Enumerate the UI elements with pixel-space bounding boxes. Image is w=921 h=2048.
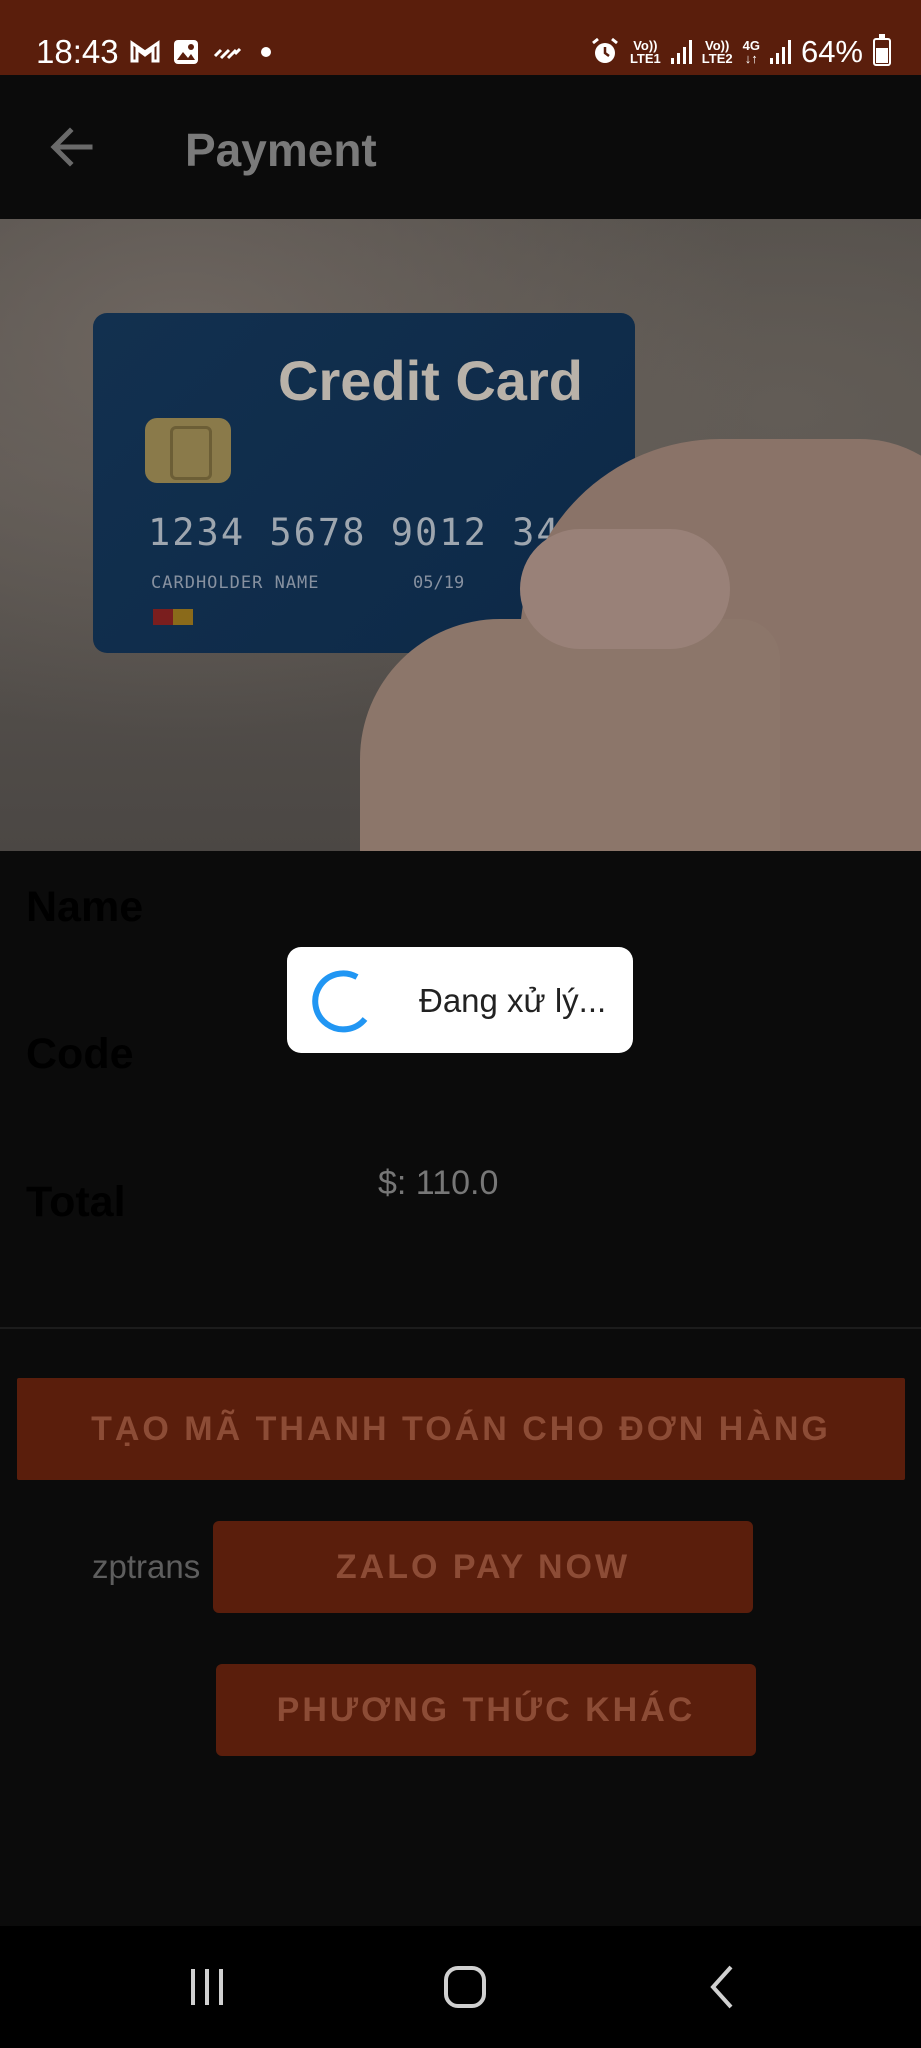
card-brand-icon [153,609,193,625]
system-nav-bar [0,1926,921,2048]
chevron-left-icon [710,1965,733,2009]
battery-percent: 64% [800,34,863,69]
card-chip-icon [145,418,231,483]
loading-spinner-icon [312,970,368,1033]
loading-message: Đang xử lý... [419,982,607,1019]
page-title: Payment [185,124,377,176]
signal-2-icon [769,40,791,64]
status-time: 18:43 [36,33,119,70]
total-label: Total [26,1178,126,1226]
app-bar: Payment [0,75,921,219]
system-icons: Vo)) LTE1 Vo)) LTE2 4G ↓↑ 64% [590,32,891,72]
lte1-indicator: Vo)) LTE1 [629,38,661,66]
total-value: $: 110.0 [378,1164,499,1202]
battery-icon [873,34,891,66]
status-bar: 18:43 Vo)) LTE1 Vo)) LTE2 4G ↓↑ 64% [0,0,921,75]
divider [0,1327,921,1329]
card-holder: CARDHOLDER NAME [151,573,320,593]
card-title: Credit Card [278,349,583,412]
home-icon [444,1966,486,2008]
notification-icons [130,34,276,70]
back-button[interactable] [40,115,104,179]
name-label: Name [26,883,144,931]
gallery-icon [174,40,198,64]
loading-dialog: Đang xử lý... [287,947,633,1053]
missed-call-icon [213,47,242,60]
card-expiry: 05/19 [413,573,465,593]
arrow-left-icon [50,127,93,167]
thumb-illustration [520,529,730,649]
home-button[interactable] [385,1926,545,2048]
network-type-indicator: 4G ↓↑ [742,38,760,66]
gmail-icon [130,40,160,63]
alarm-icon [592,37,618,63]
other-method-button[interactable]: PHƯƠNG THỨC KHÁC [216,1664,756,1756]
credit-card-hero-image: Credit Card 1234 5678 9012 345 CARDHOLDE… [0,219,921,851]
zp-trans-label: zptrans [92,1548,201,1585]
recent-apps-button[interactable] [127,1926,287,2048]
recent-apps-icon [191,1969,223,2005]
code-label: Code [26,1030,134,1078]
lte2-indicator: Vo)) LTE2 [701,38,733,66]
create-payment-code-button[interactable]: TẠO MÃ THANH TOÁN CHO ĐƠN HÀNG [17,1378,905,1480]
hand-palm [360,619,780,851]
more-dot-icon [261,47,271,57]
signal-1-icon [670,40,692,64]
card-number: 1234 5678 9012 345 [148,511,585,554]
system-back-button[interactable] [643,1926,803,2048]
zalo-pay-now-button[interactable]: ZALO PAY NOW [213,1521,753,1613]
